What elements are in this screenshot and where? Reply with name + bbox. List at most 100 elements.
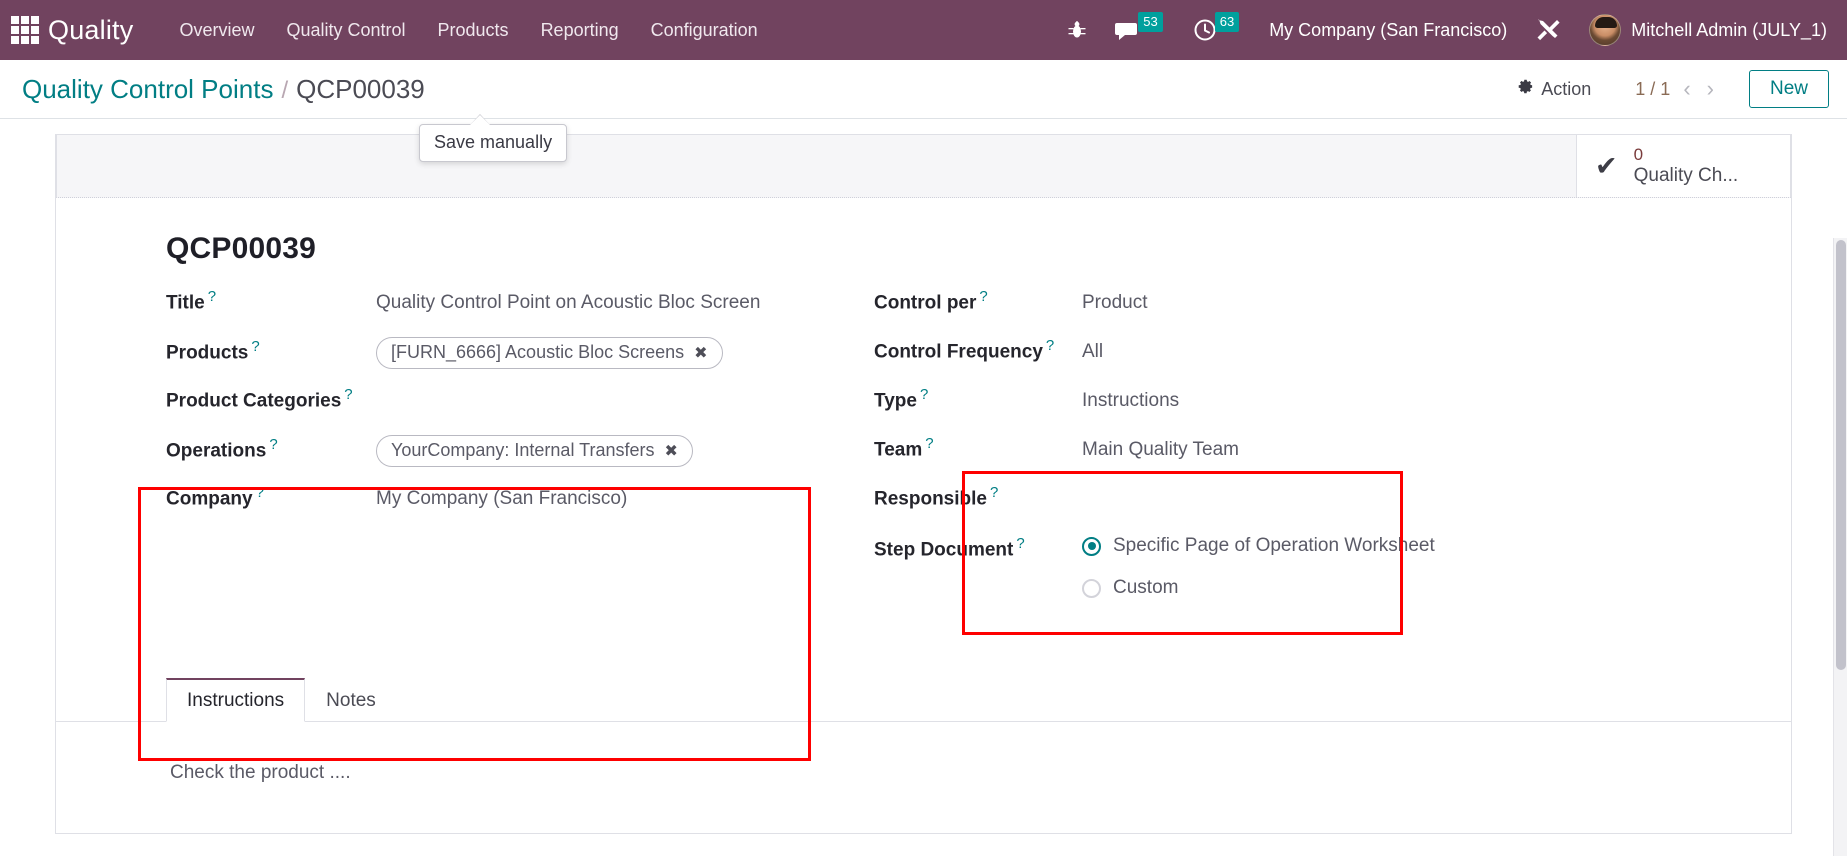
field-row-team: Team? Main Quality Team	[874, 429, 1554, 478]
field-label-control-per: Control per?	[874, 288, 1082, 314]
form-column-right: Control per? Product Control Frequency? …	[874, 282, 1554, 605]
record-sheet: ✔ 0 Quality Ch... QCP00039 Title? Qualit…	[55, 134, 1792, 834]
form-columns: Title? Quality Control Point on Acoustic…	[56, 282, 1791, 605]
tab-notes[interactable]: Notes	[305, 679, 397, 722]
field-label-operations-text: Operations	[166, 440, 267, 461]
chevron-right-icon[interactable]: ›	[1704, 78, 1717, 100]
radio-unselected-icon[interactable]	[1082, 578, 1101, 598]
close-icon[interactable]: ✖	[694, 343, 707, 363]
field-label-step-document: Step Document?	[874, 535, 1082, 561]
field-value-products[interactable]: [FURN_6666] Acoustic Bloc Screens ✖	[376, 337, 723, 369]
field-row-control-per: Control per? Product	[874, 282, 1554, 331]
radio-option-custom-label: Custom	[1113, 577, 1179, 598]
user-name: Mitchell Admin (JULY_1)	[1631, 19, 1827, 40]
notebook: Instructions Notes Check the product ...…	[56, 677, 1791, 784]
help-tooltip-icon[interactable]: ?	[920, 386, 928, 403]
app-brand-quality[interactable]: Quality	[48, 15, 133, 46]
page-scrollbar[interactable]	[1833, 238, 1847, 856]
breadcrumb-current-record: QCP00039	[296, 73, 425, 104]
help-tooltip-icon[interactable]: ?	[208, 288, 216, 305]
radio-option-custom[interactable]: Custom	[1082, 577, 1435, 599]
field-label-type: Type?	[874, 386, 1082, 412]
bug-icon[interactable]	[1054, 0, 1100, 60]
radio-group-step-document: Specific Page of Operation Worksheet Cus…	[1082, 533, 1435, 599]
field-row-title: Title? Quality Control Point on Acoustic…	[166, 282, 846, 331]
field-label-responsible-text: Responsible	[874, 488, 987, 510]
field-value-title[interactable]: Quality Control Point on Acoustic Bloc S…	[376, 292, 760, 314]
field-value-control-per[interactable]: Product	[1082, 292, 1147, 314]
field-row-step-document: Step Document? Specific Page of Operatio…	[874, 527, 1554, 605]
action-label: Action	[1541, 78, 1592, 99]
field-label-product-categories: Product Categories?	[166, 386, 376, 412]
radio-option-specific-page-label: Specific Page of Operation Worksheet	[1113, 535, 1435, 556]
wrench-screwdriver-icon[interactable]	[1521, 0, 1575, 60]
field-row-type: Type? Instructions	[874, 380, 1554, 429]
tag-product[interactable]: [FURN_6666] Acoustic Bloc Screens ✖	[376, 337, 723, 369]
chevron-left-icon[interactable]: ‹	[1680, 78, 1693, 100]
avatar	[1589, 14, 1622, 46]
breadcrumb-separator: /	[281, 76, 289, 104]
field-label-type-text: Type	[874, 390, 917, 412]
nav-item-configuration[interactable]: Configuration	[635, 12, 774, 49]
activities-badge: 63	[1214, 12, 1240, 32]
tag-operation[interactable]: YourCompany: Internal Transfers ✖	[376, 435, 693, 467]
field-value-company[interactable]: My Company (San Francisco)	[376, 488, 627, 510]
tab-instructions[interactable]: Instructions	[166, 678, 306, 722]
new-button[interactable]: New	[1748, 70, 1829, 108]
nav-item-quality-control[interactable]: Quality Control	[270, 12, 421, 49]
form-view-container: ✔ 0 Quality Ch... QCP00039 Title? Qualit…	[0, 119, 1847, 856]
smart-button-quality-checks[interactable]: ✔ 0 Quality Ch...	[1576, 135, 1790, 197]
record-sheet-body: QCP00039 Title? Quality Control Point on…	[56, 198, 1791, 784]
field-label-control-frequency-text: Control Frequency	[874, 341, 1043, 363]
field-value-operations[interactable]: YourCompany: Internal Transfers ✖	[376, 435, 693, 467]
field-label-products-text: Products	[166, 342, 249, 363]
apps-grid-icon[interactable]	[8, 13, 42, 47]
field-value-control-frequency[interactable]: All	[1082, 341, 1103, 363]
help-tooltip-icon[interactable]: ?	[1016, 535, 1024, 552]
save-manually-tooltip: Save manually	[419, 114, 568, 162]
help-tooltip-icon[interactable]: ?	[1046, 337, 1054, 354]
radio-selected-icon[interactable]	[1082, 536, 1101, 556]
help-tooltip-icon[interactable]: ?	[990, 484, 998, 501]
gear-icon	[1517, 78, 1534, 100]
field-label-title: Title?	[166, 288, 376, 314]
user-menu[interactable]: Mitchell Admin (JULY_1)	[1575, 14, 1833, 46]
field-value-type[interactable]: Instructions	[1082, 390, 1179, 412]
field-label-step-document-text: Step Document	[874, 539, 1014, 561]
nav-item-products[interactable]: Products	[422, 12, 525, 49]
messages-counter[interactable]: 53	[1100, 0, 1178, 60]
breadcrumb-root-link[interactable]: Quality Control Points	[22, 74, 273, 105]
field-label-product-categories-text: Product Categories	[166, 390, 342, 412]
field-row-operations: Operations? YourCompany: Internal Transf…	[166, 429, 846, 478]
notebook-tabs: Instructions Notes	[56, 677, 1791, 722]
nav-item-overview[interactable]: Overview	[163, 12, 270, 49]
close-icon[interactable]: ✖	[664, 441, 677, 461]
nav-item-reporting[interactable]: Reporting	[525, 12, 635, 49]
field-label-products: Products?	[166, 338, 376, 364]
field-label-operations: Operations?	[166, 436, 376, 462]
help-tooltip-icon[interactable]: ?	[256, 484, 264, 501]
help-tooltip-icon[interactable]: ?	[251, 338, 259, 355]
field-value-team[interactable]: Main Quality Team	[1082, 439, 1239, 461]
help-tooltip-icon[interactable]: ?	[925, 435, 933, 452]
page-title: QCP00039	[166, 232, 317, 265]
help-tooltip-icon[interactable]: ?	[979, 288, 987, 305]
radio-option-specific-page[interactable]: Specific Page of Operation Worksheet	[1082, 535, 1435, 557]
check-icon: ✔	[1595, 150, 1618, 181]
control-panel: Quality Control Points / QCP00039 Action…	[0, 60, 1847, 119]
field-label-company: Company?	[166, 484, 376, 510]
field-label-team: Team?	[874, 435, 1082, 461]
activities-counter[interactable]: 63	[1179, 0, 1255, 60]
action-menu-button[interactable]: Action	[1507, 74, 1601, 104]
smart-button-count: 0	[1633, 144, 1644, 164]
help-tooltip-icon[interactable]: ?	[344, 386, 352, 403]
scrollbar-thumb[interactable]	[1836, 240, 1846, 670]
tab-panel-instructions[interactable]: Check the product ....	[56, 722, 1791, 784]
help-tooltip-icon[interactable]: ?	[269, 436, 277, 453]
field-label-control-per-text: Control per	[874, 292, 977, 314]
field-row-product-categories: Product Categories?	[166, 380, 846, 429]
field-label-responsible: Responsible?	[874, 484, 1082, 510]
field-label-title-text: Title	[166, 292, 205, 314]
breadcrumb: Quality Control Points / QCP00039	[22, 74, 425, 105]
company-switcher[interactable]: My Company (San Francisco)	[1255, 20, 1521, 41]
